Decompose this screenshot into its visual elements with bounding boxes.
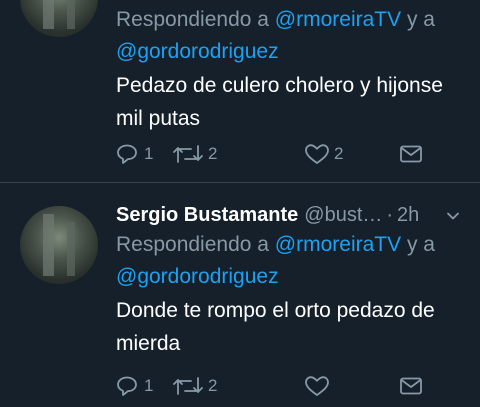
separator-dot: · — [386, 203, 394, 226]
reply-button[interactable]: 1 — [116, 141, 153, 167]
reply-count: 1 — [144, 376, 154, 395]
avatar[interactable] — [20, 206, 98, 284]
retweet-button[interactable]: 2 — [172, 373, 217, 399]
like-icon — [305, 144, 329, 164]
user-handle[interactable]: @bust… — [304, 204, 382, 227]
mention-link[interactable]: @rmoreiraTV — [275, 233, 401, 256]
reply-icon — [117, 376, 137, 396]
retweet-count: 2 — [208, 144, 218, 163]
mention-link[interactable]: @gordorodriguez — [116, 265, 279, 288]
chevron-down-icon[interactable] — [446, 209, 460, 223]
mention-link[interactable]: @rmoreiraTV — [275, 8, 401, 31]
tweet-header: Sergio Bustamante @bust… · 2h — [116, 201, 462, 229]
direct-message-button[interactable] — [399, 373, 423, 399]
retweet-button[interactable]: 2 — [172, 141, 217, 167]
tweet-text: Pedazo de culero cholero y hijonse mil p… — [116, 74, 443, 130]
reply-count: 1 — [144, 144, 154, 163]
reply-conjunction: y a — [401, 233, 435, 256]
tweet-text: Donde te rompo el orto pedazo de mierda — [116, 299, 435, 355]
retweet-icon — [173, 377, 203, 395]
like-button[interactable] — [304, 373, 334, 399]
retweet-icon — [173, 145, 203, 163]
retweet-count: 2 — [208, 376, 218, 395]
display-name[interactable]: Sergio Bustamante — [116, 204, 298, 227]
reply-context: Respondiendo a @rmoreiraTV y a @gordorod… — [116, 229, 462, 293]
reply-context: Respondiendo a @rmoreiraTV y a @gordorod… — [116, 4, 462, 68]
avatar[interactable] — [20, 0, 98, 37]
reply-icon — [117, 144, 137, 164]
direct-message-icon — [400, 377, 422, 395]
like-icon — [305, 376, 329, 396]
like-count: 2 — [334, 144, 344, 163]
reply-conjunction: y a — [401, 8, 435, 31]
tweet-actions: 1 2 2 — [116, 141, 436, 167]
direct-message-button[interactable] — [399, 141, 423, 167]
tweet-card[interactable]: Sergio Bustamante @bust… · 2h Respondien… — [0, 183, 480, 407]
direct-message-icon — [400, 145, 422, 163]
reply-prefix: Respondiendo a — [116, 233, 275, 256]
reply-prefix: Respondiendo a — [116, 8, 275, 31]
tweet-content: Respondiendo a @rmoreiraTV y a @gordorod… — [116, 4, 462, 135]
tweet-card[interactable]: Respondiendo a @rmoreiraTV y a @gordorod… — [0, 0, 480, 180]
tweet-content: Sergio Bustamante @bust… · 2h Respondien… — [116, 201, 462, 360]
mention-link[interactable]: @gordorodriguez — [116, 40, 279, 63]
like-button[interactable]: 2 — [304, 141, 343, 167]
tweet-actions: 1 2 — [116, 373, 436, 399]
timestamp[interactable]: 2h — [397, 204, 419, 227]
reply-button[interactable]: 1 — [116, 373, 153, 399]
